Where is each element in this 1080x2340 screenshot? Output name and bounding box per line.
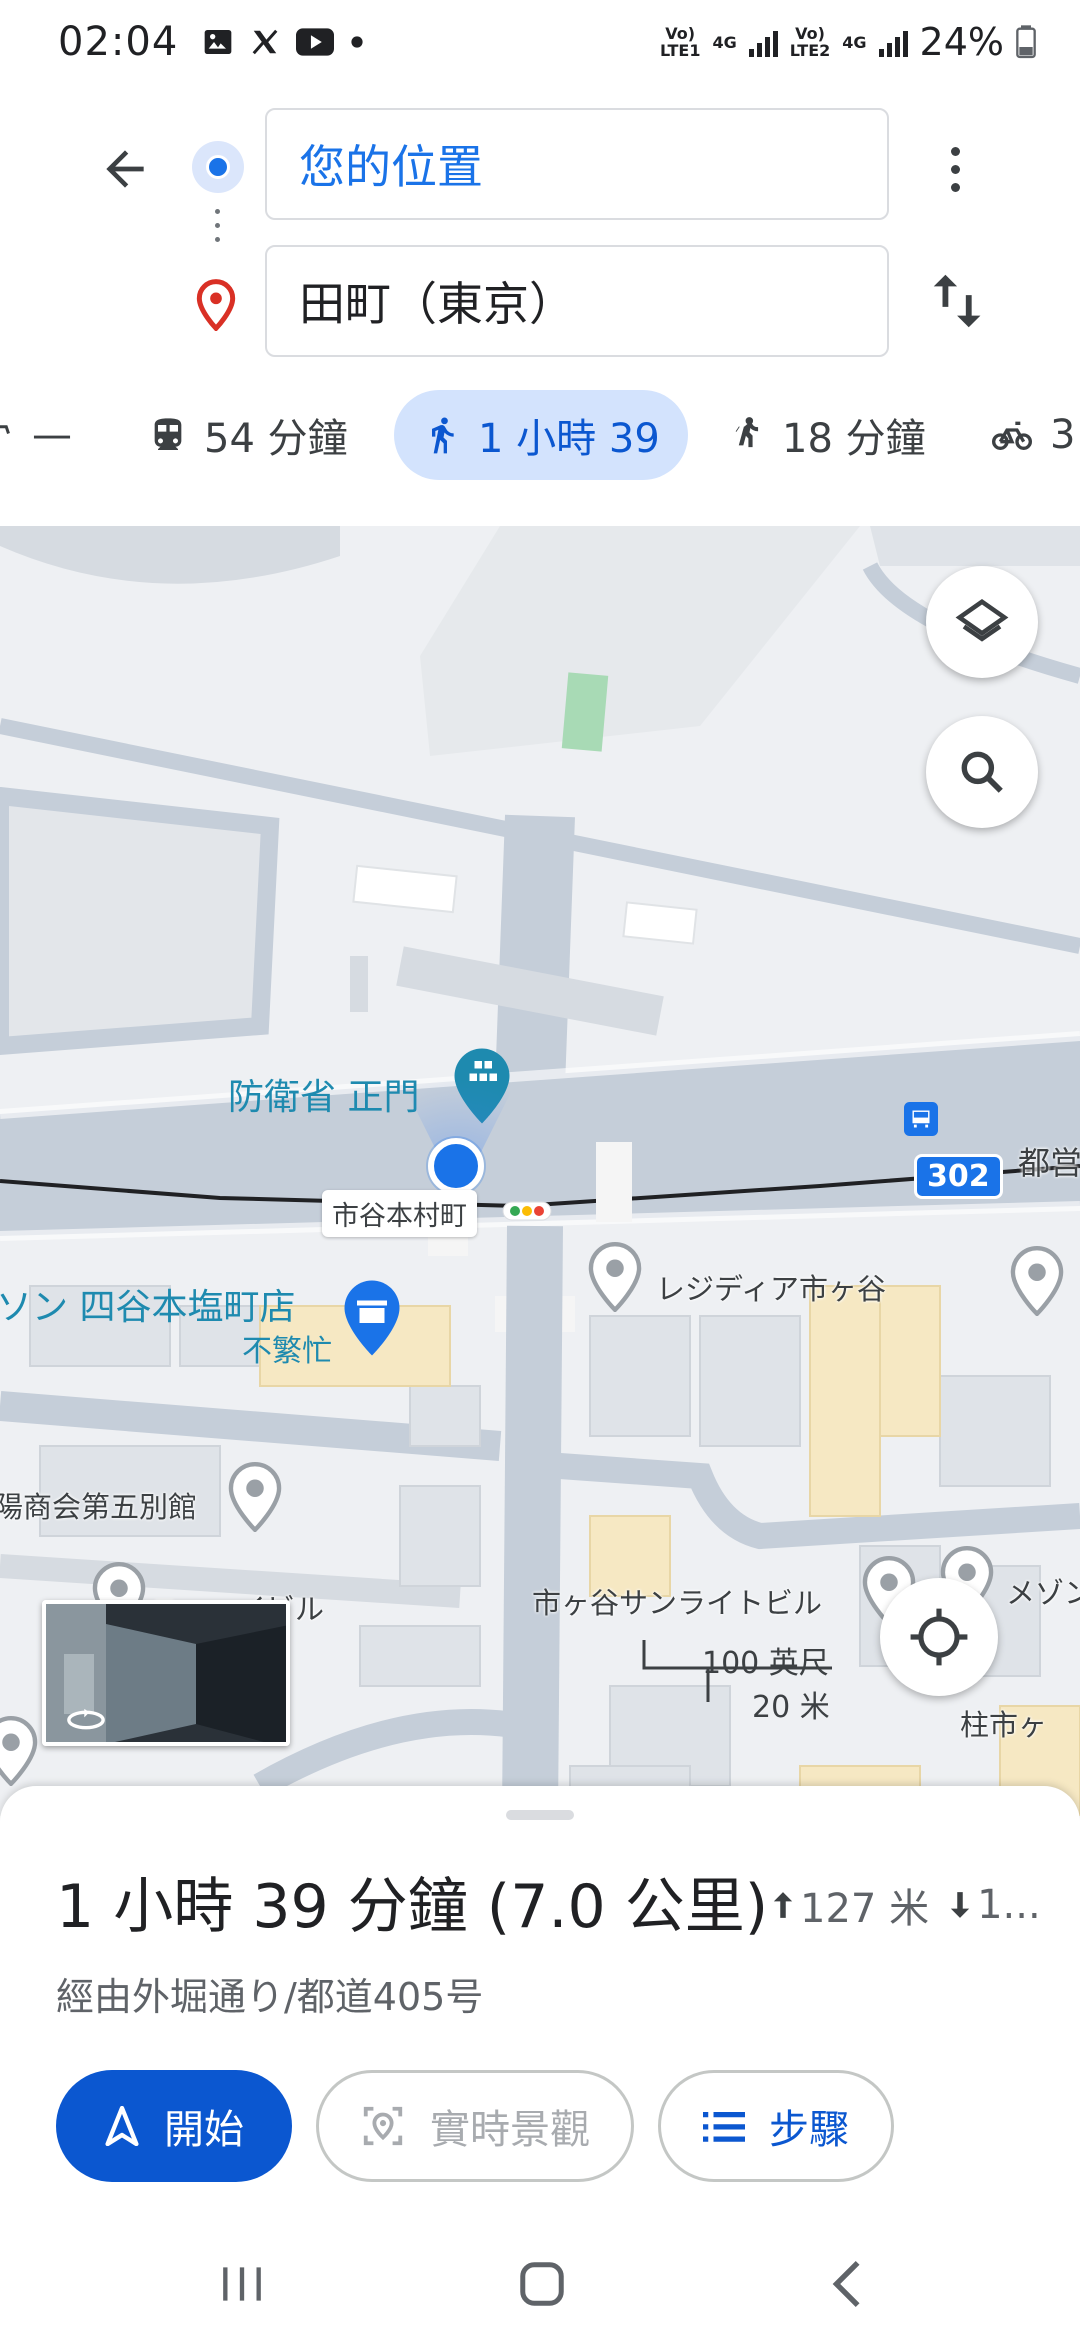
mode-bike-label: 3 — [1050, 412, 1076, 458]
descent-value: 1... — [977, 1882, 1041, 1928]
recent-apps-button[interactable] — [212, 2254, 272, 2314]
arrow-back-icon — [106, 150, 144, 188]
car-icon — [0, 425, 10, 434]
partial-label[interactable]: 柱市ヶ — [960, 1702, 1047, 1744]
route-shield: 302 — [914, 1154, 1003, 1199]
live-view-label: 實時景觀 — [430, 2107, 590, 2153]
ascent-value: 127 米 — [800, 1886, 930, 1932]
mode-ride-label: 18 分鐘 — [782, 416, 926, 462]
layers-icon — [955, 599, 1009, 642]
system-nav-bar — [0, 2226, 1080, 2340]
rotate-360-icon — [67, 1708, 105, 1730]
mode-walk-label: 1 小時 39 — [478, 416, 660, 462]
street-view-thumbnail[interactable] — [42, 1600, 290, 1746]
sim1-label: Vo) LTE1 — [659, 24, 701, 60]
steps-label: 步驟 — [769, 2107, 849, 2153]
mode-bike[interactable]: 3 — [990, 390, 1075, 480]
junction-label: 市谷本村町 — [322, 1190, 477, 1237]
maison-label[interactable]: メゾン — [1006, 1570, 1080, 1612]
road-label: 都営 — [1018, 1144, 1080, 1182]
signal-icon — [748, 27, 778, 57]
poi-label-main[interactable]: 防衛省 正門 — [228, 1068, 419, 1120]
elevation-info: 127 米 1... — [772, 1876, 1041, 1934]
back-button[interactable] — [90, 134, 160, 204]
battery-text: 24% — [919, 20, 1004, 64]
sim2-network: 4G — [842, 32, 867, 52]
youtube-icon — [296, 28, 335, 56]
place-pin-icon[interactable] — [588, 1242, 642, 1312]
status-bar: 02:04 Vo) LTE1 4G Vo) LTE2 4G 24% — [0, 0, 1080, 84]
bike-icon — [992, 421, 1032, 450]
steps-button[interactable]: 步驟 — [658, 2070, 894, 2182]
mode-transit-label: 54 分鐘 — [204, 416, 348, 462]
origin-marker-icon — [192, 141, 244, 193]
residence-label[interactable]: レジディア市ヶ谷 — [656, 1266, 886, 1308]
list-icon — [703, 2112, 745, 2142]
destination-field[interactable]: 田町（東京） — [265, 245, 889, 357]
place-pin-icon[interactable] — [1010, 1246, 1064, 1316]
layers-button[interactable] — [926, 566, 1038, 678]
search-button[interactable] — [926, 716, 1038, 828]
x-icon — [252, 29, 278, 55]
live-view-button[interactable]: 實時景觀 — [316, 2070, 634, 2182]
scale-m-label: 20 米 — [752, 1690, 830, 1725]
dot-icon — [351, 36, 363, 48]
more-options-button[interactable] — [935, 134, 975, 204]
route-dots — [215, 209, 221, 251]
start-button[interactable]: 開始 — [56, 2070, 292, 2182]
sunlight-building-label[interactable]: 市ヶ谷サンライトビル — [532, 1580, 822, 1622]
start-label: 開始 — [164, 2107, 244, 2153]
drag-handle[interactable] — [506, 1810, 574, 1820]
crosshair-icon — [910, 1608, 968, 1666]
ride-icon — [735, 417, 759, 448]
sim2-label: Vo) LTE2 — [789, 24, 831, 60]
travel-mode-bar: — 54 分鐘 1 小時 39 18 分鐘 3 — [0, 384, 1080, 496]
battery-icon — [1016, 25, 1036, 59]
bus-stop-icon[interactable] — [904, 1102, 938, 1136]
status-time: 02:04 — [58, 19, 179, 65]
map-view[interactable]: 防衛省 正門 市谷本村町 302 都営 ソン 四谷本塩町店 不繁忙 レジディア市… — [0, 526, 1080, 1816]
my-location-button[interactable] — [880, 1578, 998, 1696]
route-sheet: 1 小時 39 分鐘 (7.0 公里) 127 米 1... 經由外堀通り/都道… — [0, 1786, 1080, 2226]
system-status: Vo) LTE1 4G Vo) LTE2 4G 24% — [660, 20, 1036, 64]
walk-icon — [432, 417, 454, 454]
origin-field[interactable]: 您的位置 — [265, 108, 889, 220]
scale-ft-label: 100 英尺 — [702, 1646, 829, 1681]
place-pin-icon[interactable] — [228, 1462, 282, 1532]
destination-pin-icon — [196, 279, 236, 331]
mode-drive-label: — — [32, 412, 72, 458]
back-nav-button[interactable] — [818, 2254, 878, 2314]
annex-label[interactable]: 陽商会第五別館 — [0, 1484, 197, 1526]
store-label[interactable]: ソン 四谷本塩町店 — [0, 1278, 295, 1330]
route-via: 經由外堀通り/都道405号 — [56, 1975, 484, 2019]
place-pin-icon[interactable] — [0, 1716, 38, 1786]
map-scale: 100 英尺 20 米 — [642, 1638, 842, 1725]
sim1-network: 4G — [712, 32, 737, 52]
live-view-icon — [363, 2106, 403, 2146]
signal-icon — [878, 27, 908, 57]
store-status: 不繁忙 — [242, 1334, 332, 1369]
arrow-up-icon — [773, 1892, 793, 1918]
arrow-down-icon — [950, 1892, 970, 1918]
home-icon — [520, 2262, 564, 2306]
search-icon — [961, 751, 1003, 793]
mode-walk[interactable]: 1 小時 39 — [394, 390, 688, 480]
navigation-icon — [105, 2106, 139, 2146]
traffic-light-icon — [502, 1201, 552, 1221]
directions-header: 您的位置 田町（東京） — 54 分鐘 1 小時 39 18 分鐘 3 — [0, 84, 1080, 524]
notification-icons — [202, 26, 364, 58]
swap-icon[interactable] — [925, 266, 995, 336]
current-location-icon — [428, 1138, 484, 1194]
back-chevron-icon — [832, 2260, 860, 2308]
home-button[interactable] — [512, 2254, 572, 2314]
transit-icon — [154, 418, 182, 450]
shopping-pin-icon[interactable] — [342, 1278, 402, 1358]
mode-ride[interactable]: 18 分鐘 — [726, 390, 926, 480]
mode-transit[interactable]: 54 分鐘 — [148, 390, 348, 480]
mode-drive[interactable]: — — [0, 390, 72, 480]
route-summary: 1 小時 39 分鐘 (7.0 公里) — [56, 1872, 769, 1942]
recents-icon — [223, 2267, 261, 2301]
gallery-icon — [204, 30, 232, 54]
